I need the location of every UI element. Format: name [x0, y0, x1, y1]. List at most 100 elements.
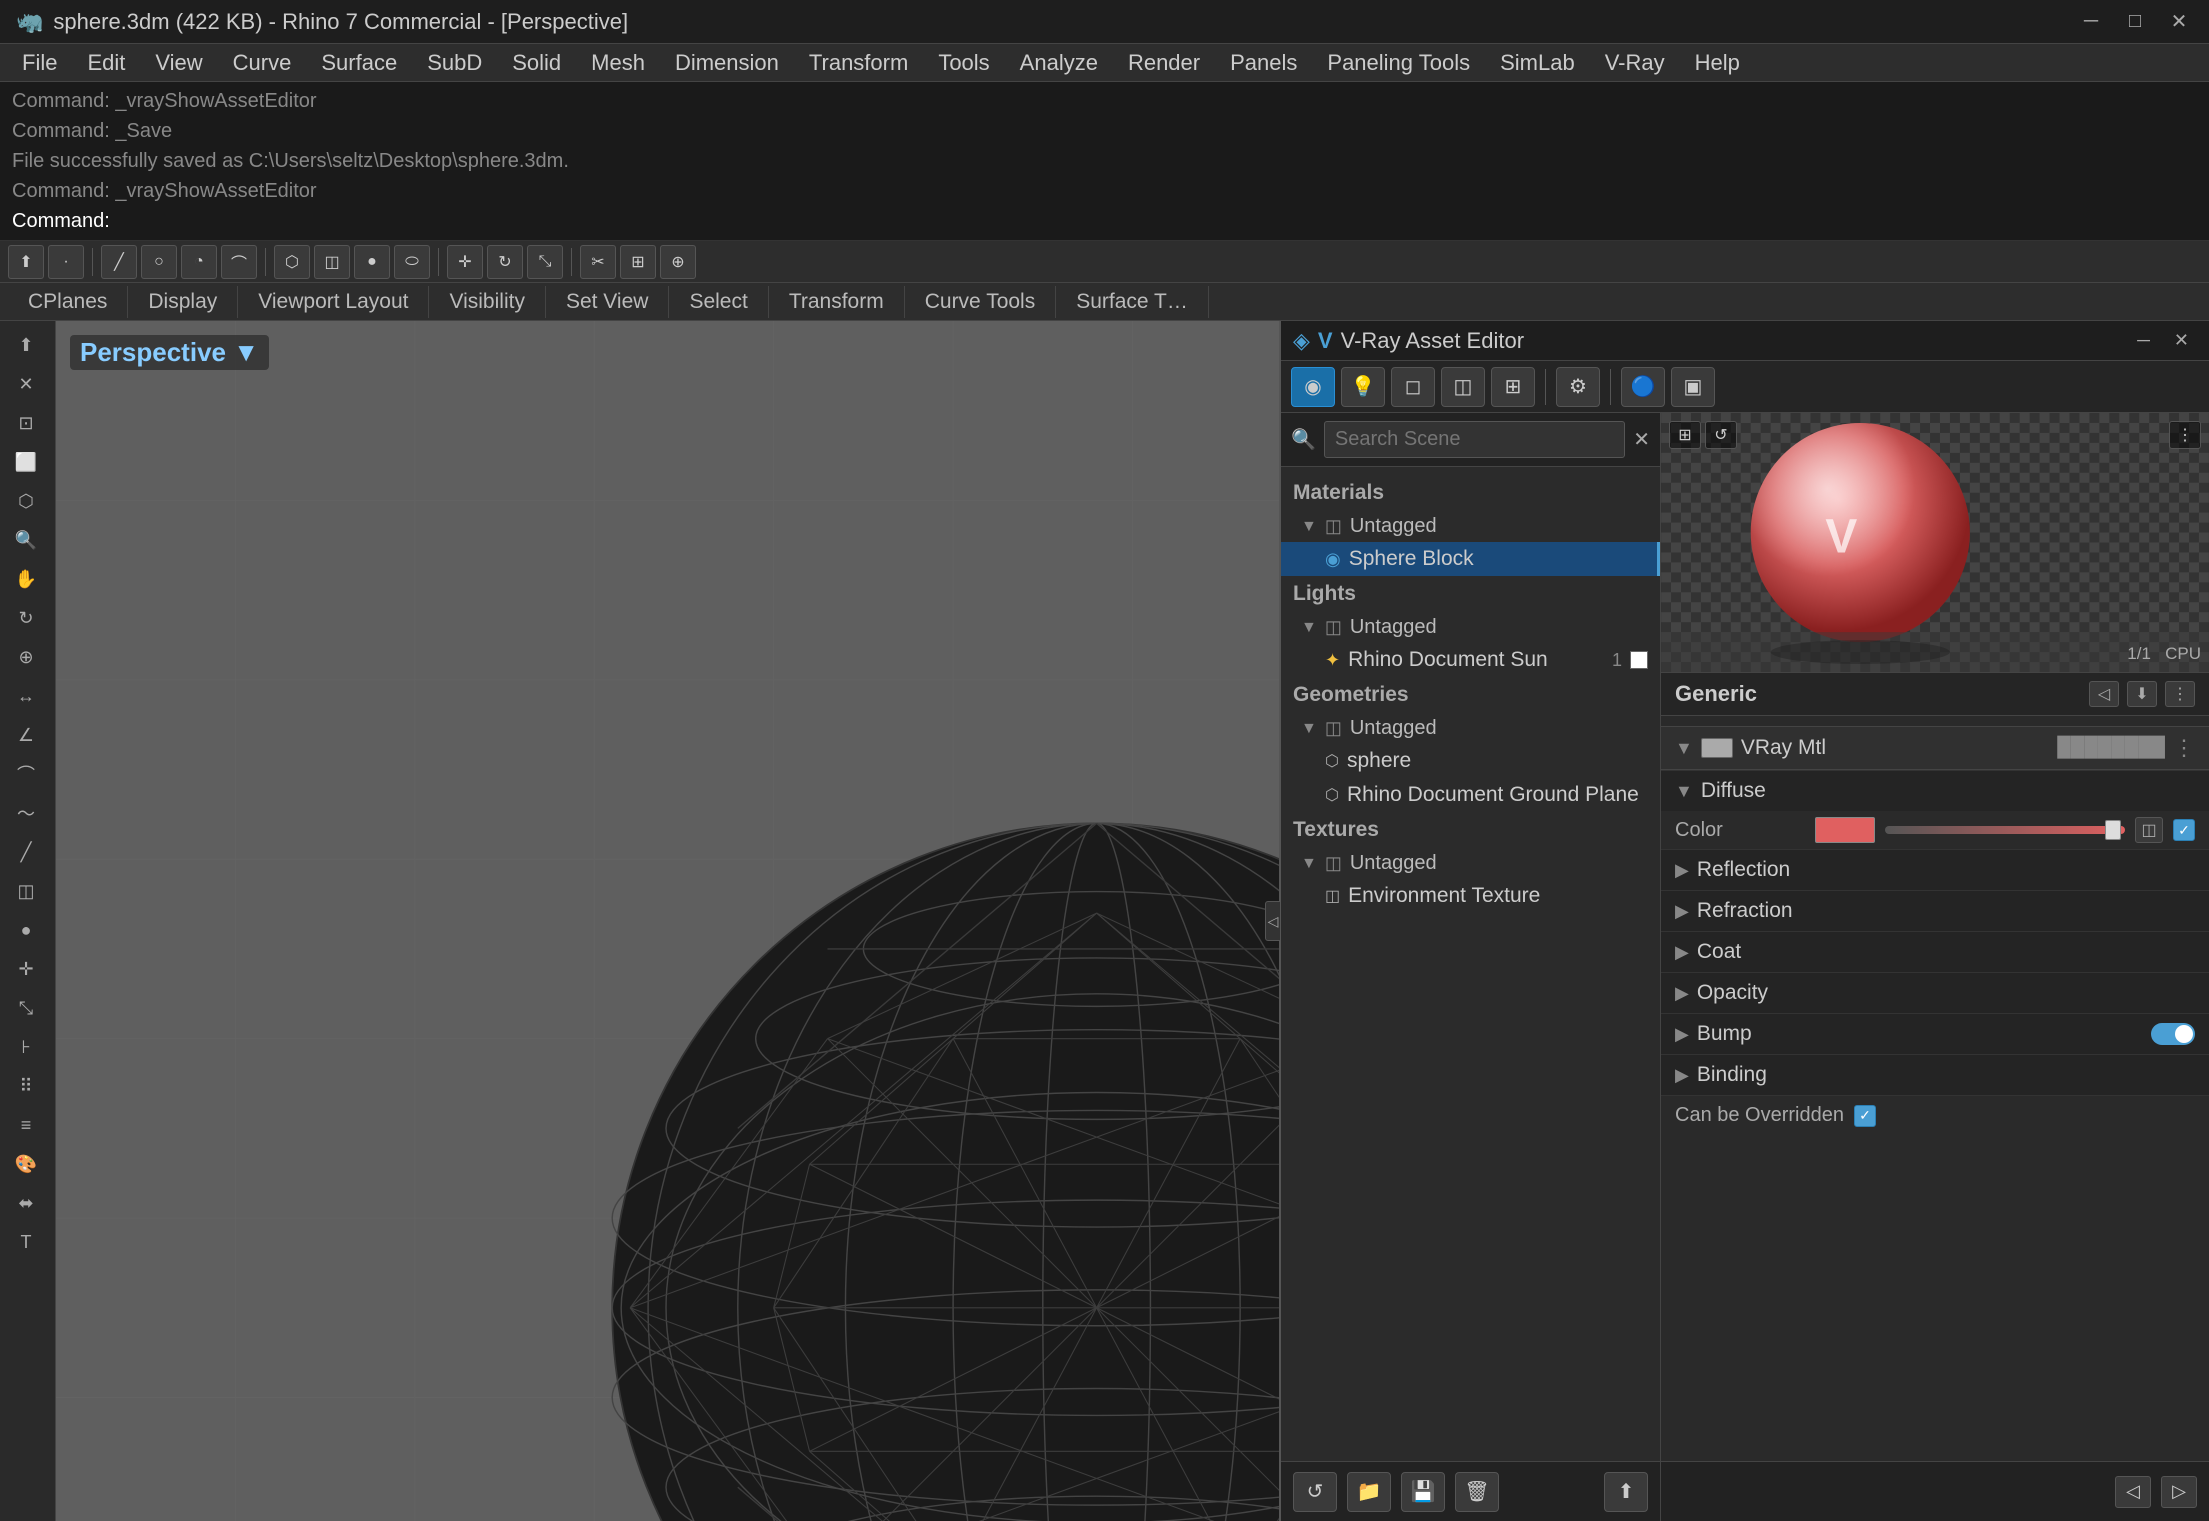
menu-solid[interactable]: Solid — [498, 46, 575, 80]
left-rotate-btn[interactable]: ↻ — [4, 600, 48, 636]
minimize-button[interactable]: ─ — [2077, 8, 2105, 36]
viewport-perspective-label[interactable]: Perspective ▼ — [70, 335, 269, 370]
toolbar-cylinder[interactable]: ⬭ — [394, 245, 430, 279]
preview-refresh-btn[interactable]: ↺ — [1705, 421, 1737, 449]
ae-minimize-btn[interactable]: ─ — [2129, 326, 2158, 355]
override-checkbox[interactable]: ✓ — [1854, 1105, 1876, 1127]
diffuse-color-slider[interactable] — [1885, 826, 2125, 834]
refraction-section[interactable]: ▶ Refraction — [1661, 890, 2209, 931]
ae-render-btn[interactable]: 🔵 — [1621, 367, 1665, 407]
menu-mesh[interactable]: Mesh — [577, 46, 659, 80]
menu-edit[interactable]: Edit — [73, 46, 139, 80]
toolbar-boolean[interactable]: ⊕ — [660, 245, 696, 279]
left-text-btn[interactable]: T — [4, 1224, 48, 1260]
menu-vray[interactable]: V-Ray — [1591, 46, 1679, 80]
sphere-geo-item[interactable]: ⬡ sphere — [1281, 744, 1660, 778]
rhino-sun-item[interactable]: ✦ Rhino Document Sun 1 — [1281, 643, 1660, 677]
menu-help[interactable]: Help — [1681, 46, 1754, 80]
ae-close-btn[interactable]: ✕ — [2166, 326, 2197, 355]
ground-plane-item[interactable]: ⬡ Rhino Document Ground Plane — [1281, 778, 1660, 812]
left-select-btn[interactable]: ⬆ — [4, 327, 48, 363]
ae-materials-btn[interactable]: ◉ — [1291, 367, 1335, 407]
save-asset-btn[interactable]: 💾 — [1401, 1472, 1445, 1512]
clear-search-btn[interactable]: ✕ — [1633, 427, 1650, 452]
menu-dimension[interactable]: Dimension — [661, 46, 793, 80]
toolbar-curve[interactable]: ⌒ — [221, 245, 257, 279]
ae-textures-btn[interactable]: ◫ — [1441, 367, 1485, 407]
tab-display[interactable]: Display — [128, 286, 238, 318]
menu-simlab[interactable]: SimLab — [1486, 46, 1589, 80]
open-folder-btn[interactable]: 📁 — [1347, 1472, 1391, 1512]
toolbar-trim[interactable]: ✂ — [580, 245, 616, 279]
left-freeform-btn[interactable]: 〜 — [4, 795, 48, 831]
left-polygon-btn[interactable]: ⬡ — [4, 483, 48, 519]
import-asset-btn[interactable]: ⬆ — [1604, 1472, 1648, 1512]
ae-lights-btn[interactable]: 💡 — [1341, 367, 1385, 407]
toolbar-select[interactable]: ⬆ — [8, 245, 44, 279]
delete-asset-btn[interactable]: 🗑 — [1455, 1472, 1499, 1512]
cmd-line-5[interactable]: Command: — [12, 206, 2197, 236]
left-mirror-btn[interactable]: ⊦ — [4, 1029, 48, 1065]
left-layer-btn[interactable]: ≡ — [4, 1107, 48, 1143]
ae-settings-btn[interactable]: ⚙ — [1556, 367, 1600, 407]
color-enable-check[interactable]: ✓ — [2173, 819, 2195, 841]
preview-more-btn[interactable]: ⋮ — [2169, 421, 2201, 449]
materials-untagged-group[interactable]: ▼ ◫ Untagged — [1281, 511, 1660, 542]
left-move-btn[interactable]: ✛ — [4, 951, 48, 987]
mtl-color-preview[interactable] — [1701, 738, 1733, 758]
more-generic-btn[interactable]: ⋮ — [2165, 681, 2195, 707]
toolbar-arc[interactable]: ◔ — [181, 245, 217, 279]
menu-subd[interactable]: SubD — [413, 46, 496, 80]
tab-curve-tools[interactable]: Curve Tools — [905, 286, 1057, 318]
toolbar-scale[interactable]: ⤡ — [527, 245, 563, 279]
menu-paneling[interactable]: Paneling Tools — [1313, 46, 1484, 80]
toolbar-move[interactable]: ✛ — [447, 245, 483, 279]
menu-surface[interactable]: Surface — [307, 46, 411, 80]
left-line-btn[interactable]: ╱ — [4, 834, 48, 870]
left-dim-btn[interactable]: ⬌ — [4, 1185, 48, 1221]
left-pan-btn[interactable]: ✋ — [4, 561, 48, 597]
tab-set-view[interactable]: Set View — [546, 286, 670, 318]
left-point-btn[interactable]: ✕ — [4, 366, 48, 402]
lights-untagged-group[interactable]: ▼ ◫ Untagged — [1281, 612, 1660, 643]
geometries-untagged-group[interactable]: ▼ ◫ Untagged — [1281, 713, 1660, 744]
left-curve-btn[interactable]: ⌒ — [4, 756, 48, 792]
tab-visibility[interactable]: Visibility — [429, 286, 545, 318]
toolbar-circle[interactable]: ○ — [141, 245, 177, 279]
tab-select[interactable]: Select — [669, 286, 768, 318]
toolbar-point[interactable]: · — [48, 245, 84, 279]
menu-panels[interactable]: Panels — [1216, 46, 1311, 80]
sun-color-swatch[interactable] — [1630, 651, 1648, 669]
binding-section[interactable]: ▶ Binding — [1661, 1054, 2209, 1095]
coat-section[interactable]: ▶ Coat — [1661, 931, 2209, 972]
left-sphere2-btn[interactable]: ● — [4, 912, 48, 948]
menu-file[interactable]: File — [8, 46, 71, 80]
toolbar-line[interactable]: ╱ — [101, 245, 137, 279]
toolbar-join[interactable]: ⊞ — [620, 245, 656, 279]
color-texture-btn[interactable]: ◫ — [2135, 817, 2163, 843]
textures-untagged-group[interactable]: ▼ ◫ Untagged — [1281, 848, 1660, 879]
back-btn[interactable]: ◁ — [2115, 1476, 2151, 1508]
mtl-more-btn[interactable]: ⋮ — [2173, 735, 2195, 761]
sphere-block-item[interactable]: ◉ Sphere Block — [1281, 542, 1660, 576]
left-angle-btn[interactable]: ∠ — [4, 717, 48, 753]
left-pts-btn[interactable]: ⠿ — [4, 1068, 48, 1104]
close-button[interactable]: ✕ — [2165, 8, 2193, 36]
menu-curve[interactable]: Curve — [219, 46, 306, 80]
left-scale2-btn[interactable]: ⤡ — [4, 990, 48, 1026]
ae-render-view-btn[interactable]: ▣ — [1671, 367, 1715, 407]
left-box-btn[interactable]: ◫ — [4, 873, 48, 909]
tab-viewport-layout[interactable]: Viewport Layout — [238, 286, 429, 318]
left-dist-btn[interactable]: ↔ — [4, 678, 48, 714]
left-orbit-btn[interactable]: ⊕ — [4, 639, 48, 675]
maximize-button[interactable]: □ — [2121, 8, 2149, 36]
diffuse-section[interactable]: ▼ Diffuse — [1661, 770, 2209, 811]
ae-geometries-btn[interactable]: ◻ — [1391, 367, 1435, 407]
tab-transform[interactable]: Transform — [769, 286, 905, 318]
bump-toggle[interactable] — [2151, 1023, 2195, 1045]
menu-render[interactable]: Render — [1114, 46, 1214, 80]
toolbar-extrude[interactable]: ⬡ — [274, 245, 310, 279]
search-input[interactable] — [1324, 421, 1625, 458]
preview-layout-btn[interactable]: ⊞ — [1669, 421, 1701, 449]
menu-view[interactable]: View — [141, 46, 216, 80]
